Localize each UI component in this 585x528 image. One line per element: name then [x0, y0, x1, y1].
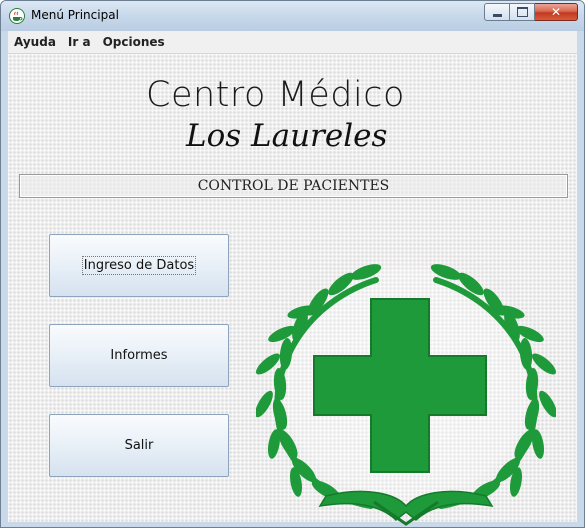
- maximize-button[interactable]: [510, 3, 535, 21]
- window-title: Menú Principal: [31, 8, 119, 22]
- close-button[interactable]: ✕: [535, 3, 578, 21]
- green-cross-laurel-icon: [256, 244, 556, 526]
- main-panel: Centro Médico Los Laureles CONTROL DE PA…: [8, 54, 577, 526]
- java-cup-icon: [9, 8, 25, 24]
- application-window: Menú Principal ✕ Ayuda Ir a Opciones Cen…: [0, 0, 585, 528]
- section-title: CONTROL DE PACIENTES: [197, 178, 390, 194]
- section-header: CONTROL DE PACIENTES: [19, 174, 568, 198]
- minimize-icon: [492, 13, 502, 17]
- exit-button[interactable]: Salir: [49, 414, 229, 477]
- brand-subtitle: Los Laureles: [186, 118, 388, 154]
- reports-button[interactable]: Informes: [49, 324, 229, 387]
- close-icon: ✕: [550, 5, 562, 19]
- menu-ir-a[interactable]: Ir a: [62, 31, 97, 53]
- menu-opciones[interactable]: Opciones: [97, 31, 171, 53]
- data-entry-button-label: Ingreso de Datos: [81, 256, 197, 275]
- window-controls: ✕: [484, 3, 578, 21]
- title-bar[interactable]: Menú Principal ✕: [1, 1, 584, 31]
- menu-ayuda[interactable]: Ayuda: [8, 31, 62, 53]
- reports-button-label: Informes: [110, 348, 168, 363]
- brand-title: Centro Médico: [146, 75, 405, 115]
- menu-bar: Ayuda Ir a Opciones: [8, 31, 577, 54]
- window-client-area: Ayuda Ir a Opciones Centro Médico Los La…: [8, 31, 577, 526]
- data-entry-button[interactable]: Ingreso de Datos: [49, 234, 229, 297]
- exit-button-label: Salir: [124, 438, 154, 453]
- maximize-icon: [516, 7, 528, 17]
- minimize-button[interactable]: [484, 3, 510, 21]
